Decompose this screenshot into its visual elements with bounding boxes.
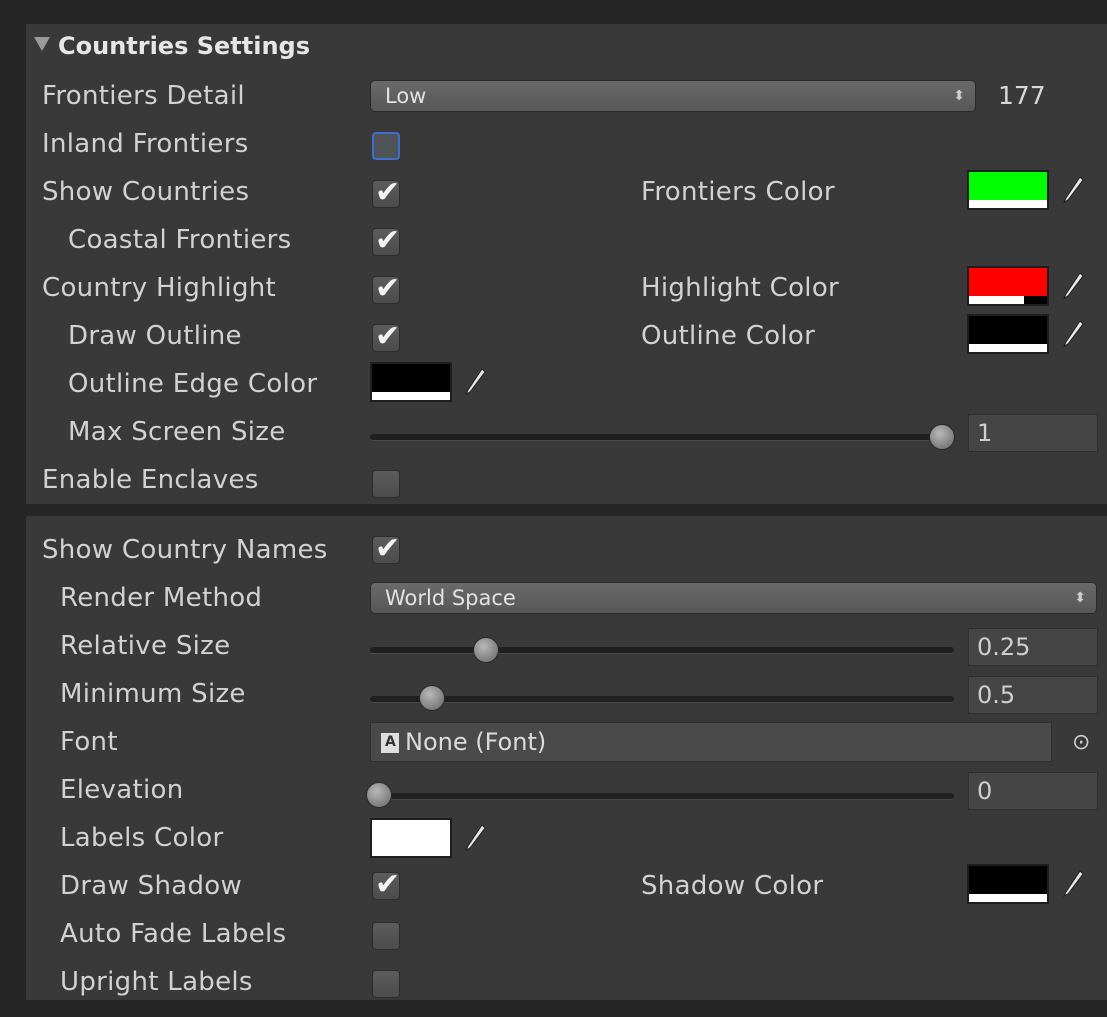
swatch-alpha-bar [372, 848, 450, 856]
outline-edge-color-swatch[interactable] [370, 362, 452, 402]
auto-fade-labels-label: Auto Fade Labels [60, 919, 287, 949]
frontiers-detail-value: Low [385, 84, 427, 108]
relative-size-label: Relative Size [60, 631, 231, 661]
minimum-size-slider-thumb[interactable] [419, 685, 445, 711]
outline-color-swatch[interactable] [967, 314, 1049, 354]
section-title: Countries Settings [58, 32, 311, 60]
country-highlight-checkbox[interactable]: ✔ [372, 271, 400, 306]
draw-shadow-label: Draw Shadow [60, 871, 243, 901]
upright-labels-checkbox[interactable] [372, 970, 400, 998]
relative-size-slider-thumb[interactable] [473, 637, 499, 663]
font-asset-icon [381, 733, 399, 753]
enable-enclaves-label: Enable Enclaves [42, 465, 259, 495]
eyedropper-icon[interactable] [1060, 174, 1086, 206]
show-countries-label: Show Countries [42, 177, 250, 207]
checkmark-icon: ✔ [375, 867, 401, 902]
shadow-color-label: Shadow Color [641, 871, 824, 901]
auto-fade-labels-checkbox[interactable] [372, 922, 400, 950]
frontiers-detail-dropdown[interactable]: Low ⬍ [370, 80, 976, 112]
foldout-triangle-icon [34, 37, 50, 51]
outline-color-label: Outline Color [641, 321, 816, 351]
swatch-alpha-bar [372, 392, 450, 400]
max-screen-size-slider-track[interactable] [370, 434, 954, 441]
show-country-names-label: Show Country Names [42, 535, 328, 565]
swatch-alpha-bar [969, 344, 1047, 352]
swatch-color [372, 820, 450, 848]
frontiers-color-swatch[interactable] [967, 170, 1049, 210]
swatch-alpha-bar [969, 200, 1047, 208]
swatch-alpha-bar [969, 296, 1024, 304]
swatch-alpha-bar [969, 894, 1047, 902]
object-picker-icon[interactable]: ⊙ [1072, 730, 1090, 756]
swatch-color [372, 364, 450, 392]
swatch-color [969, 172, 1047, 200]
font-object-field[interactable]: None (Font) [370, 722, 1052, 762]
swatch-color [969, 866, 1047, 894]
eyedropper-icon[interactable] [1060, 318, 1086, 350]
minimum-size-field[interactable]: 0.5 [968, 676, 1098, 714]
elevation-label: Elevation [60, 775, 184, 805]
labels-color-label: Labels Color [60, 823, 224, 853]
relative-size-field[interactable]: 0.25 [968, 628, 1098, 666]
dropdown-arrows-icon: ⬍ [953, 88, 965, 104]
relative-size-slider-track[interactable] [370, 647, 954, 654]
elevation-slider-thumb[interactable] [366, 782, 392, 808]
render-method-label: Render Method [60, 583, 263, 613]
checkmark-icon: ✔ [375, 319, 401, 354]
eyedropper-icon[interactable] [462, 366, 488, 398]
show-countries-checkbox[interactable]: ✔ [372, 175, 400, 210]
eyedropper-icon[interactable] [1060, 868, 1086, 900]
elevation-slider-track[interactable] [370, 793, 954, 800]
labels-color-swatch[interactable] [370, 818, 452, 858]
coastal-frontiers-label: Coastal Frontiers [68, 225, 292, 255]
frontiers-count: 177 [998, 81, 1046, 110]
max-screen-size-field[interactable]: 1 [968, 414, 1098, 452]
enable-enclaves-checkbox[interactable] [372, 470, 400, 498]
frontiers-detail-label: Frontiers Detail [42, 81, 245, 111]
frontiers-color-label: Frontiers Color [641, 177, 835, 207]
max-screen-size-label: Max Screen Size [68, 417, 286, 447]
dropdown-arrows-icon: ⬍ [1074, 590, 1086, 606]
minimum-size-slider-track[interactable] [370, 696, 954, 703]
shadow-color-swatch[interactable] [967, 864, 1049, 904]
checkmark-icon: ✔ [375, 271, 401, 306]
country-highlight-label: Country Highlight [42, 273, 277, 303]
draw-outline-checkbox[interactable]: ✔ [372, 319, 400, 354]
eyedropper-icon[interactable] [1060, 270, 1086, 302]
swatch-color [969, 316, 1047, 344]
draw-shadow-checkbox[interactable]: ✔ [372, 867, 400, 902]
render-method-value: World Space [385, 586, 516, 610]
swatch-alpha-remainder [1023, 296, 1047, 304]
inland-frontiers-checkbox[interactable] [372, 132, 400, 160]
outline-edge-color-label: Outline Edge Color [68, 369, 318, 399]
coastal-frontiers-checkbox[interactable]: ✔ [372, 223, 400, 258]
eyedropper-icon[interactable] [462, 822, 488, 854]
checkmark-icon: ✔ [375, 531, 401, 566]
show-country-names-checkbox[interactable]: ✔ [372, 531, 400, 566]
font-label: Font [60, 727, 118, 757]
draw-outline-label: Draw Outline [68, 321, 242, 351]
countries-settings-foldout[interactable]: Countries Settings [34, 28, 310, 64]
upright-labels-label: Upright Labels [60, 967, 253, 997]
swatch-color [969, 268, 1047, 296]
font-value: None (Font) [405, 728, 547, 756]
checkmark-icon: ✔ [375, 223, 401, 258]
minimum-size-label: Minimum Size [60, 679, 246, 709]
elevation-field[interactable]: 0 [968, 772, 1098, 810]
highlight-color-label: Highlight Color [641, 273, 840, 303]
inspector-panel: Countries Settings Frontiers Detail Low … [0, 0, 1107, 1017]
checkmark-icon: ✔ [375, 175, 401, 210]
render-method-dropdown[interactable]: World Space ⬍ [370, 582, 1097, 614]
highlight-color-swatch[interactable] [967, 266, 1049, 306]
inland-frontiers-label: Inland Frontiers [42, 129, 249, 159]
max-screen-size-slider-thumb[interactable] [929, 424, 955, 450]
